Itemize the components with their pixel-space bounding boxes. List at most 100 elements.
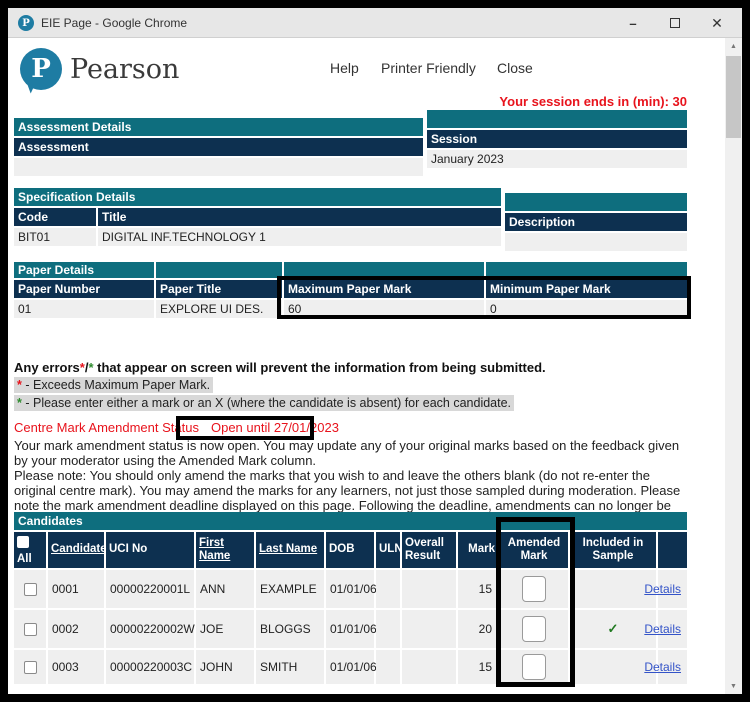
errors-intro: Any errors*/* that appear on screen will… xyxy=(14,360,546,375)
description-table-top-bar xyxy=(505,193,687,211)
candidate-row-checkbox[interactable] xyxy=(24,583,37,596)
error-legend-text: - Exceeds Maximum Paper Mark. xyxy=(22,378,210,392)
browser-window: P EIE Page - Google Chrome – ✕ P Pearson… xyxy=(8,8,742,694)
minimize-button[interactable]: – xyxy=(624,14,642,32)
details-link[interactable]: Details xyxy=(644,622,681,636)
scrollbar-thumb[interactable] xyxy=(726,56,741,138)
dob-cell: 01/01/06 xyxy=(326,650,374,684)
select-all-label: All xyxy=(17,553,32,566)
maximize-button[interactable] xyxy=(666,14,684,32)
window-titlebar: P EIE Page - Google Chrome – ✕ xyxy=(8,8,742,38)
amended-mark-input[interactable] xyxy=(522,654,546,680)
session-table: Session January 2023 xyxy=(427,110,687,168)
overall-result-cell xyxy=(402,610,456,648)
row-checkbox-cell xyxy=(14,650,46,684)
assessment-label: Assessment xyxy=(14,138,423,156)
candidate-sort-link[interactable]: Candidate xyxy=(51,543,107,556)
dob-cell: 01/01/06 xyxy=(326,610,374,648)
first-name-sort-link[interactable]: First Name xyxy=(199,537,251,563)
session-label: Session xyxy=(427,130,687,148)
paper-title-value: EXPLORE UI DES. xyxy=(156,300,282,318)
row-checkbox-cell xyxy=(14,610,46,648)
candidates-table: All Candidate UCI No First Name Last Nam… xyxy=(14,532,687,684)
row-checkbox-cell xyxy=(14,570,46,608)
uln-column-header: ULN xyxy=(376,532,400,568)
spec-title-header: Title xyxy=(98,208,501,226)
included-in-sample-cell xyxy=(570,570,656,608)
paper-number-header: Paper Number xyxy=(14,280,154,298)
paper-teal-segment xyxy=(486,262,687,278)
overall-result-cell xyxy=(402,650,456,684)
close-page-link[interactable]: Close xyxy=(497,60,533,76)
session-value: January 2023 xyxy=(427,150,687,168)
details-cell: Details xyxy=(658,610,687,648)
max-paper-mark-header: Maximum Paper Mark xyxy=(284,280,484,298)
included-in-sample-column-header: Included in Sample xyxy=(570,532,656,568)
uln-cell xyxy=(376,610,400,648)
session-table-top-bar xyxy=(427,110,687,128)
scroll-down-icon[interactable]: ▼ xyxy=(725,678,742,694)
close-window-button[interactable]: ✕ xyxy=(708,14,726,32)
candidates-section-header: Candidates xyxy=(14,512,687,530)
paper-details-table: Paper Details Paper Number Paper Title M… xyxy=(14,262,687,318)
uci-cell: 00000220003C xyxy=(106,650,194,684)
scroll-up-icon[interactable]: ▲ xyxy=(725,38,742,54)
mark-cell: 15 xyxy=(458,650,498,684)
amended-mark-cell xyxy=(500,570,568,608)
max-paper-mark-value: 60 xyxy=(284,300,484,318)
details-link[interactable]: Details xyxy=(644,582,681,596)
uln-cell xyxy=(376,650,400,684)
last-name-cell: BLOGGS xyxy=(256,610,324,648)
printer-friendly-link[interactable]: Printer Friendly xyxy=(381,60,476,76)
amendment-status-value: Open until 27/01/2023 xyxy=(211,420,339,435)
uln-cell xyxy=(376,570,400,608)
last-name-cell: EXAMPLE xyxy=(256,570,324,608)
dob-cell: 01/01/06 xyxy=(326,570,374,608)
spec-code-value: BIT01 xyxy=(14,228,96,246)
last-name-sort-link[interactable]: Last Name xyxy=(259,543,317,556)
overall-result-column-header: Overall Result xyxy=(402,532,456,568)
specification-details-section-header: Specification Details xyxy=(14,188,501,206)
first-name-cell: JOHN xyxy=(196,650,254,684)
session-timeout-warning: Your session ends in (min): 30 xyxy=(499,94,687,109)
candidate-row-checkbox[interactable] xyxy=(24,623,37,636)
min-paper-mark-value: 0 xyxy=(486,300,687,318)
amended-mark-column-header: Amended Mark xyxy=(500,532,568,568)
spec-code-header: Code xyxy=(14,208,96,226)
included-in-sample-cell xyxy=(570,650,656,684)
mark-column-header: Mark xyxy=(458,532,498,568)
spec-title-value: DIGITAL INF.TECHNOLOGY 1 xyxy=(98,228,501,246)
min-paper-mark-header: Minimum Paper Mark xyxy=(486,280,687,298)
candidate-number-cell: 0001 xyxy=(48,570,104,608)
errors-intro-suffix: that appear on screen will prevent the i… xyxy=(94,360,546,375)
errors-intro-prefix: Any errors xyxy=(14,360,80,375)
candidate-number-cell: 0002 xyxy=(48,610,104,648)
included-in-sample-cell: ✓ xyxy=(570,610,656,648)
uci-cell: 00000220001L xyxy=(106,570,194,608)
vertical-scrollbar[interactable]: ▲ ▼ xyxy=(725,38,742,694)
amended-mark-cell xyxy=(500,610,568,648)
details-cell: Details xyxy=(658,570,687,608)
maximize-icon xyxy=(670,18,680,28)
page-content: P Pearson Help Printer Friendly Close Yo… xyxy=(8,38,742,694)
candidate-column-header: Candidate xyxy=(48,532,104,568)
first-name-column-header: First Name xyxy=(196,532,254,568)
amendment-paragraph-1: Your mark amendment status is now open. … xyxy=(14,438,690,468)
help-link[interactable]: Help xyxy=(330,60,359,76)
pearson-logo-icon: P xyxy=(20,48,62,90)
amended-mark-input[interactable] xyxy=(522,576,546,602)
centre-mark-amendment-status: Centre Mark Amendment Status Open until 2… xyxy=(14,420,339,435)
first-name-cell: JOE xyxy=(196,610,254,648)
candidate-number-cell: 0003 xyxy=(48,650,104,684)
paper-details-section-header: Paper Details xyxy=(14,262,154,278)
screenshot-stage: P EIE Page - Google Chrome – ✕ P Pearson… xyxy=(0,0,750,702)
amended-mark-input[interactable] xyxy=(522,616,546,642)
assessment-details-table: Assessment Details Assessment xyxy=(14,118,423,176)
amendment-status-label: Centre Mark Amendment Status xyxy=(14,420,199,435)
details-link[interactable]: Details xyxy=(644,660,681,674)
last-name-column-header: Last Name xyxy=(256,532,324,568)
candidate-row-checkbox[interactable] xyxy=(24,661,37,674)
select-all-checkbox[interactable] xyxy=(17,536,29,548)
details-column-header xyxy=(658,532,687,568)
details-cell: Details xyxy=(658,650,687,684)
